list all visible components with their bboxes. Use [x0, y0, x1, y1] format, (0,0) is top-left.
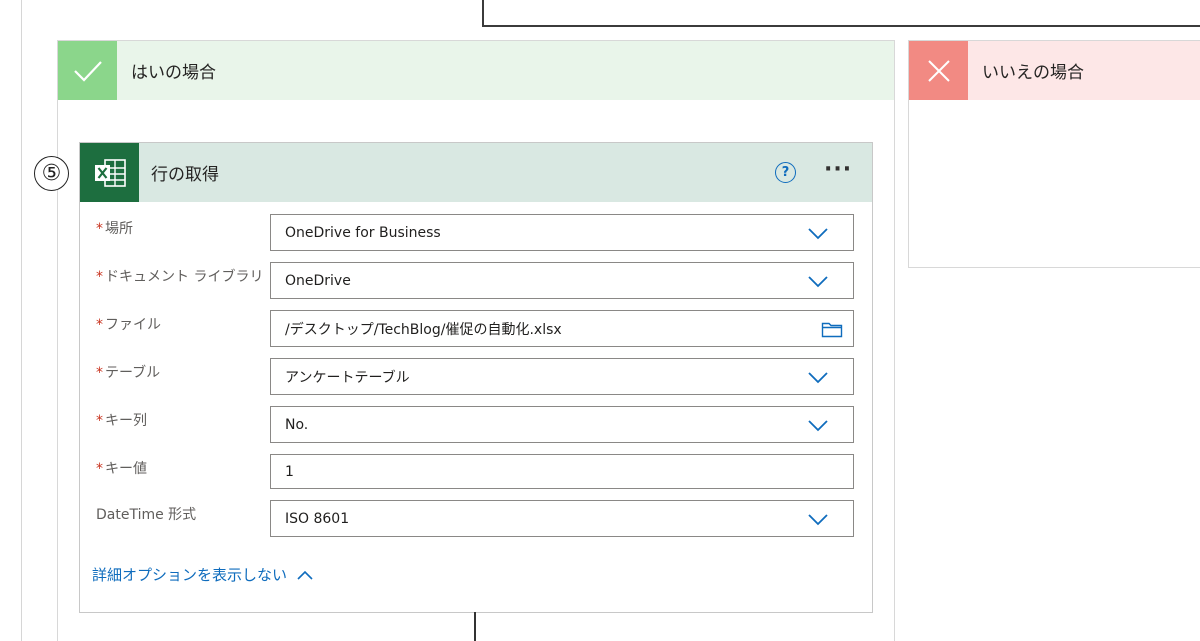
field-label: * キー列 [96, 413, 147, 429]
document-library-dropdown[interactable]: OneDrive [270, 262, 854, 299]
field-label: * テーブル [96, 365, 161, 381]
chevron-down-icon[interactable] [807, 273, 829, 289]
field-label: * ドキュメント ライブラリ [96, 269, 264, 285]
canvas-guide-line [21, 0, 22, 641]
flow-connector-line [474, 612, 476, 641]
field-value: ISO 8601 [285, 510, 350, 527]
field-value: No. [285, 416, 309, 433]
branch-no: いいえの場合 [908, 40, 1200, 268]
field-label: * 場所 [96, 221, 133, 237]
chevron-down-icon[interactable] [807, 225, 829, 241]
required-marker: * [96, 221, 103, 237]
chevron-down-icon[interactable] [807, 369, 829, 385]
required-marker: * [96, 413, 103, 429]
folder-icon[interactable] [821, 320, 843, 338]
key-value-input[interactable]: 1 [270, 454, 854, 489]
check-icon [58, 41, 117, 100]
action-card-get-row: 行の取得 ? ··· * 場所 OneDrive for Business * ドキ… [79, 142, 873, 613]
field-label: DateTime 形式 [96, 507, 197, 523]
branch-no-title: いいえの場合 [982, 63, 1084, 83]
previous-step-card [482, 0, 1200, 27]
required-marker: * [96, 461, 103, 477]
branch-no-header[interactable]: いいえの場合 [909, 41, 1200, 100]
field-value: /デスクトップ/TechBlog/催促の自動化.xlsx [285, 321, 562, 338]
chevron-down-icon[interactable] [807, 511, 829, 527]
field-value: OneDrive for Business [285, 224, 441, 241]
datetime-format-dropdown[interactable]: ISO 8601 [270, 500, 854, 537]
branch-yes-title: はいの場合 [131, 63, 216, 83]
key-column-dropdown[interactable]: No. [270, 406, 854, 443]
close-icon [909, 41, 968, 100]
excel-icon [80, 143, 139, 202]
action-title: 行の取得 [151, 165, 219, 185]
step-number-annotation: ⑤ [34, 156, 69, 191]
chevron-up-icon [297, 570, 313, 580]
required-marker: * [96, 317, 103, 333]
location-dropdown[interactable]: OneDrive for Business [270, 214, 854, 251]
branch-yes-header[interactable]: はいの場合 [58, 41, 894, 100]
field-value: アンケートテーブル [285, 369, 410, 386]
hide-advanced-options-link[interactable]: 詳細オプションを表示しない [92, 564, 313, 585]
action-header[interactable]: 行の取得 ? ··· [80, 143, 872, 202]
field-label: * ファイル [96, 317, 161, 333]
advanced-toggle-label: 詳細オプションを表示しない [92, 566, 288, 584]
chevron-down-icon[interactable] [807, 417, 829, 433]
table-dropdown[interactable]: アンケートテーブル [270, 358, 854, 395]
field-value: 1 [285, 463, 294, 480]
required-marker: * [96, 269, 103, 285]
file-input[interactable]: /デスクトップ/TechBlog/催促の自動化.xlsx [270, 310, 854, 347]
more-options-icon[interactable]: ··· [824, 157, 852, 182]
help-icon[interactable]: ? [775, 162, 796, 183]
field-label: * キー値 [96, 461, 147, 477]
field-value: OneDrive [285, 272, 351, 289]
required-marker: * [96, 365, 103, 381]
